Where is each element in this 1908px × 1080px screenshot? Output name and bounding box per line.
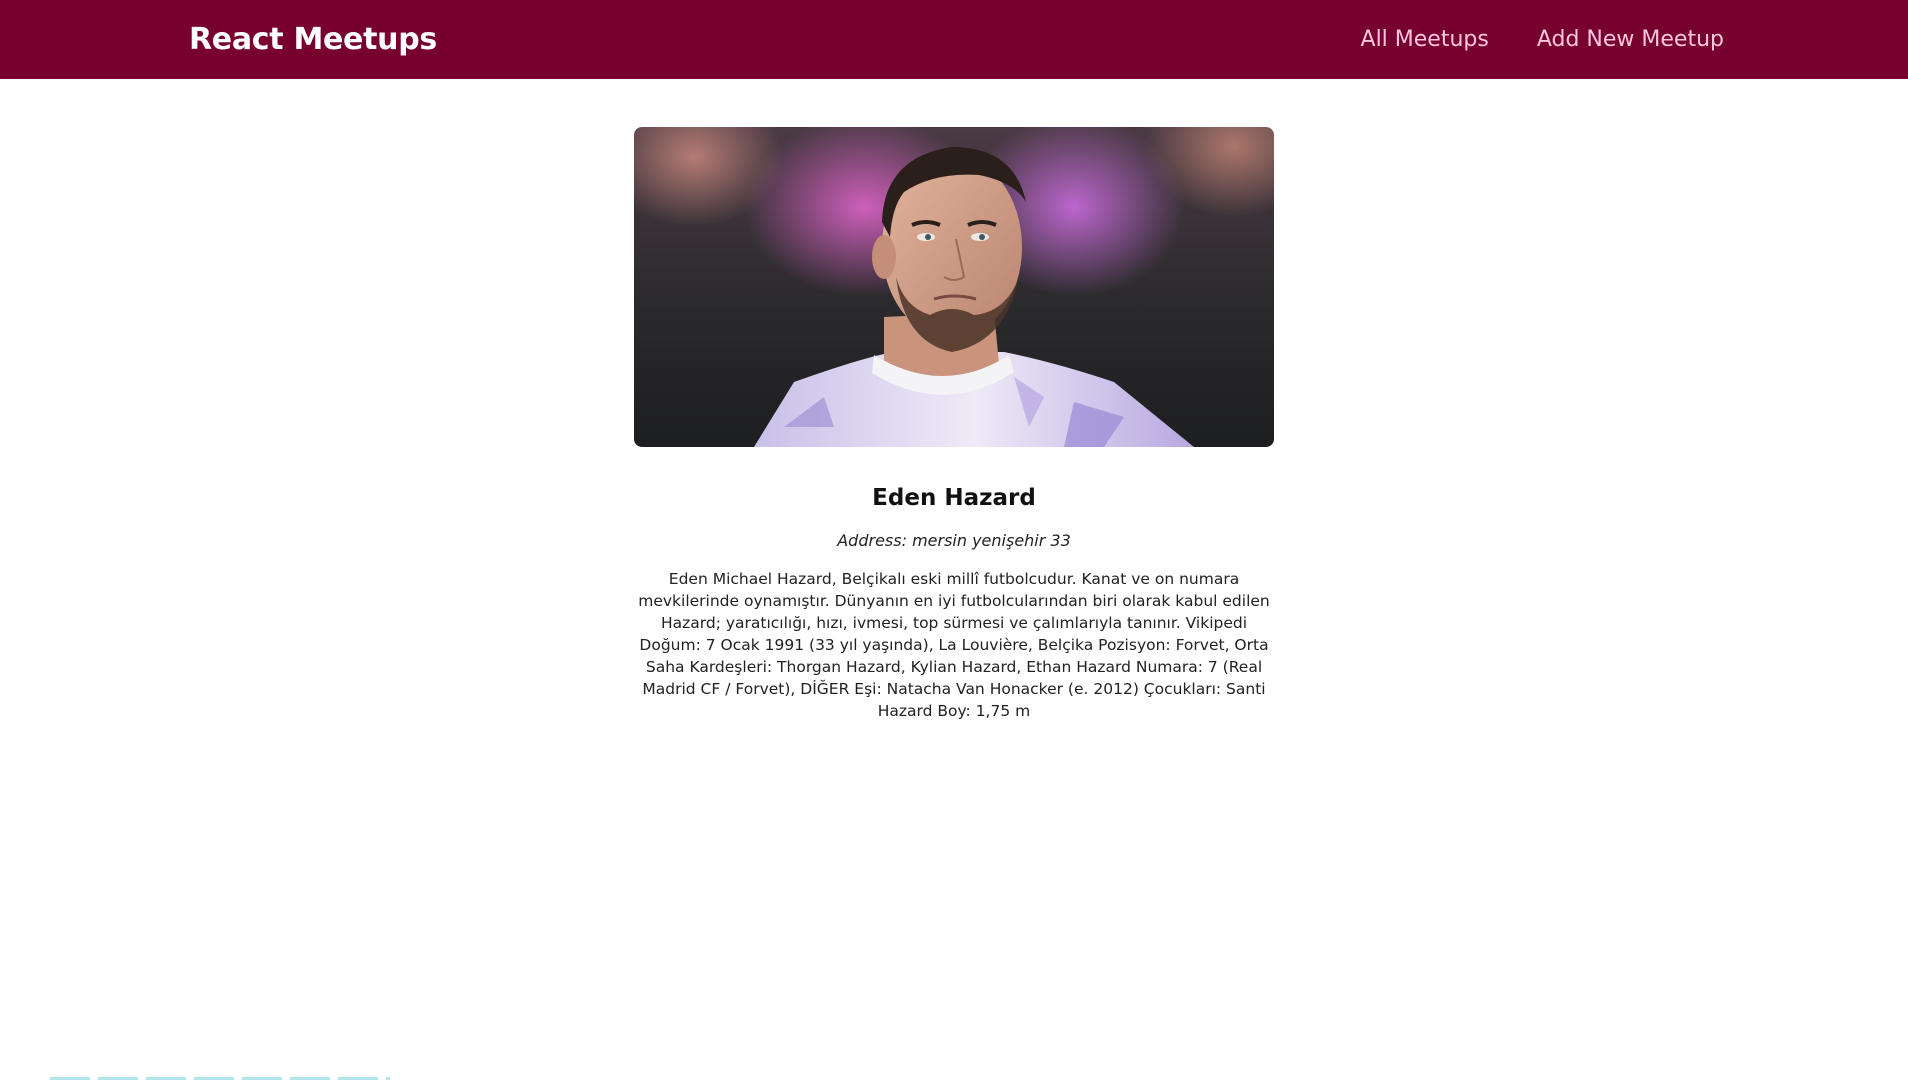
top-navbar: React Meetups All Meetups Add New Meetup [0,0,1908,79]
meetup-title: Eden Hazard [872,485,1036,511]
meetup-image [634,127,1274,447]
nav-link-all-meetups[interactable]: All Meetups [1361,27,1489,52]
meetup-address: Address: mersin yenişehir 33 [837,531,1071,550]
player-portrait-illustration [754,147,1194,447]
meetup-description: Eden Michael Hazard, Belçikalı eski mill… [638,570,1270,720]
main-nav: All Meetups Add New Meetup [1361,27,1724,52]
meetup-detail: Eden Hazard Address: mersin yenişehir 33… [634,127,1274,722]
nav-link-add-new-meetup[interactable]: Add New Meetup [1537,27,1724,52]
app-logo[interactable]: React Meetups [189,22,437,57]
